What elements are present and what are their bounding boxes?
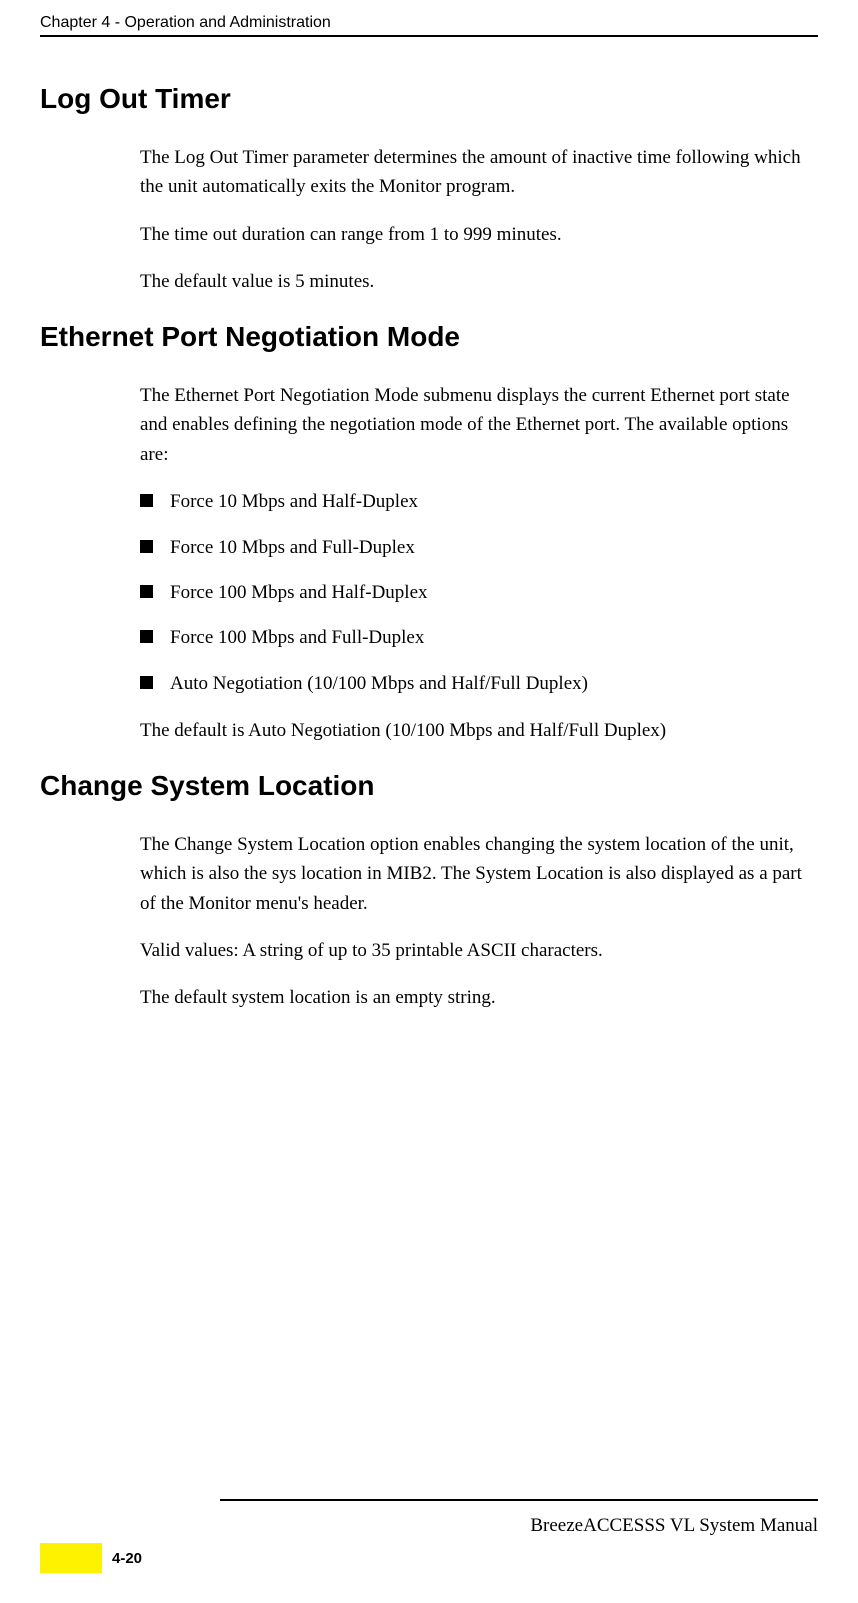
section-body-ethernet-port: The Ethernet Port Negotiation Mode subme… <box>140 381 814 746</box>
paragraph: The default value is 5 minutes. <box>140 267 814 296</box>
paragraph: The default system location is an empty … <box>140 983 814 1012</box>
footer-page-number: 4-20 <box>102 1543 142 1573</box>
paragraph: The Change System Location option enable… <box>140 830 814 918</box>
footer-doc-title: BreezeACCESSS VL System Manual <box>40 1515 818 1537</box>
list-item: Force 10 Mbps and Half-Duplex <box>140 487 814 516</box>
page-footer: BreezeACCESSS VL System Manual 4-20 <box>40 1483 818 1573</box>
paragraph: The Ethernet Port Negotiation Mode subme… <box>140 381 814 469</box>
paragraph: Valid values: A string of up to 35 print… <box>140 936 814 965</box>
section-heading-change-location: Change System Location <box>40 770 818 802</box>
section-body-logout-timer: The Log Out Timer parameter determines t… <box>140 143 814 297</box>
section-heading-logout-timer: Log Out Timer <box>40 83 818 115</box>
chapter-header: Chapter 4 - Operation and Administration <box>40 14 818 32</box>
section-heading-ethernet-port: Ethernet Port Negotiation Mode <box>40 321 818 353</box>
list-item: Force 100 Mbps and Full-Duplex <box>140 623 814 652</box>
footer-rule <box>220 1499 818 1501</box>
paragraph: The default is Auto Negotiation (10/100 … <box>140 716 814 745</box>
bullet-list: Force 10 Mbps and Half-Duplex Force 10 M… <box>140 487 814 698</box>
list-item: Force 10 Mbps and Full-Duplex <box>140 533 814 562</box>
list-item: Auto Negotiation (10/100 Mbps and Half/F… <box>140 669 814 698</box>
header-rule <box>40 35 818 37</box>
paragraph: The time out duration can range from 1 t… <box>140 220 814 249</box>
section-body-change-location: The Change System Location option enable… <box>140 830 814 1013</box>
list-item: Force 100 Mbps and Half-Duplex <box>140 578 814 607</box>
footer-color-block <box>40 1543 102 1573</box>
paragraph: The Log Out Timer parameter determines t… <box>140 143 814 202</box>
